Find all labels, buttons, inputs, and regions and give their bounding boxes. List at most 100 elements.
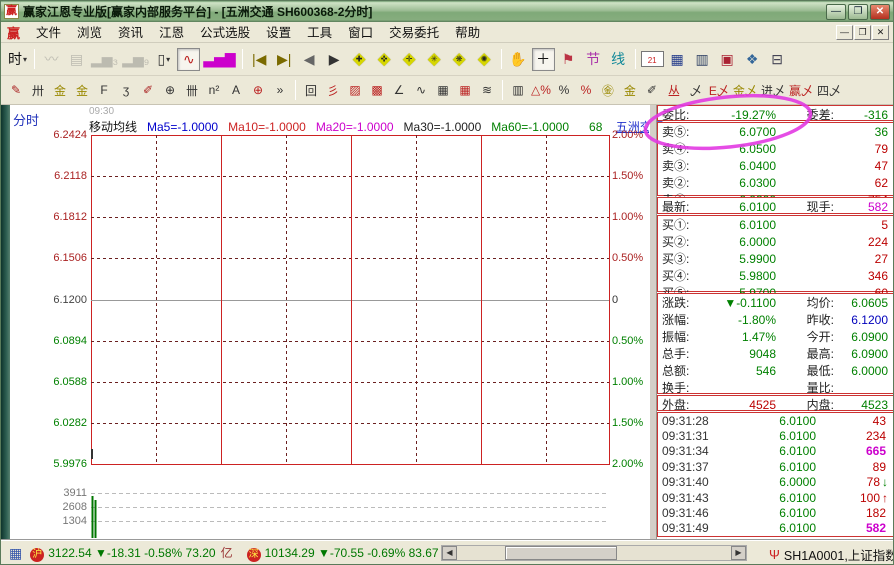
buy-row[interactable]: 买④: 5.9800 346 — [658, 267, 893, 284]
f-grid-button[interactable]: F — [94, 80, 114, 100]
sell-row[interactable]: 卖③: 6.0400 47 — [658, 157, 893, 174]
gold-grid-2-button[interactable]: 金 — [72, 80, 92, 100]
sell-row[interactable]: 卖④: 6.0500 79 — [658, 140, 893, 157]
parallel-lines-button[interactable]: ≋ — [477, 80, 497, 100]
region-map-icon[interactable]: 〰 — [40, 48, 63, 71]
menu-item-0[interactable]: 文件 — [28, 24, 69, 42]
share-button[interactable]: ❖ — [741, 48, 764, 71]
gann-diamond-1-button[interactable]: ◆✚ — [348, 48, 371, 71]
buy-row[interactable]: 买③: 5.9900 27 — [658, 250, 893, 267]
gann-band-button[interactable]: 节 — [582, 48, 605, 71]
points-button[interactable]: 丛 — [664, 80, 684, 100]
a-tool-button[interactable]: A — [226, 80, 246, 100]
notepad-button[interactable]: ▥ — [691, 48, 714, 71]
maximize-button[interactable]: ❐ — [848, 4, 868, 20]
pencil-note-button[interactable]: ✐ — [642, 80, 662, 100]
sell-row[interactable]: 卖⑤: 6.0700 36 — [658, 123, 893, 140]
gann-fan-button[interactable]: 彡 — [323, 80, 343, 100]
gann-diamond-3-button[interactable]: ◆✛ — [398, 48, 421, 71]
n-squared-button[interactable]: n² — [204, 80, 224, 100]
win-slash-button[interactable]: 赢乄 — [788, 80, 814, 100]
menu-item-5[interactable]: 设置 — [258, 24, 299, 42]
menu-item-9[interactable]: 帮助 — [447, 24, 488, 42]
volume-bars-button[interactable]: ▥ — [508, 80, 528, 100]
si-slash-button[interactable]: 四乄 — [816, 80, 842, 100]
angle-line-button[interactable]: ∠ — [389, 80, 409, 100]
grid-black-button[interactable]: ▦ — [433, 80, 453, 100]
mdi-close-button[interactable]: ✕ — [872, 25, 889, 40]
neipan-value: 4523 — [834, 398, 888, 412]
first-bar-button[interactable]: |◀ — [248, 48, 271, 71]
zigzag-button[interactable]: ∿ — [411, 80, 431, 100]
close-button[interactable]: ✕ — [870, 4, 890, 20]
menu-item-7[interactable]: 窗口 — [340, 24, 381, 42]
calculator-button[interactable]: ▦ — [666, 48, 689, 71]
scrollbar-track[interactable] — [457, 546, 731, 560]
menu-item-2[interactable]: 资讯 — [110, 24, 151, 42]
sell-row[interactable]: 卖②: 6.0300 62 — [658, 174, 893, 191]
gold-grid-1-button[interactable]: 金 — [50, 80, 70, 100]
gann-diamond-6-button[interactable]: ◆✺ — [473, 48, 496, 71]
hand-pan-button[interactable]: ✋ — [507, 48, 530, 71]
period-button[interactable]: 时▾ — [6, 48, 29, 71]
minimize-button[interactable]: — — [826, 4, 846, 20]
grid-red-button[interactable]: ▦ — [455, 80, 475, 100]
hatch2-tool-button[interactable]: 卌 — [182, 80, 202, 100]
red-circle-cross-button[interactable]: ⊕ — [248, 80, 268, 100]
menu-item-4[interactable]: 公式选股 — [192, 24, 258, 42]
crosshair-button[interactable]: ＋ — [532, 48, 555, 71]
panel-splitter[interactable] — [649, 105, 657, 539]
gold-slash-button[interactable]: 金乄 — [732, 80, 758, 100]
s-grid-button[interactable]: ʒ — [116, 80, 136, 100]
chart-9min-icon[interactable]: ▂▅₉ — [121, 48, 150, 71]
gold-line-button[interactable]: 金 — [620, 80, 640, 100]
pen-tool-button[interactable]: ✎ — [6, 80, 26, 100]
gann-grid-fill-button[interactable]: ▩ — [367, 80, 387, 100]
mdi-minimize-button[interactable]: — — [836, 25, 853, 40]
wave-tool-button[interactable]: ∿ — [177, 48, 200, 71]
percent-line-button[interactable]: % — [576, 80, 596, 100]
xianshou-value: 582 — [834, 200, 888, 214]
gann-fan-box-button[interactable]: ▨ — [345, 80, 365, 100]
save-button[interactable]: ▣ — [716, 48, 739, 71]
e-slash-button[interactable]: E乄 — [708, 80, 730, 100]
last-bar-button[interactable]: ▶| — [273, 48, 296, 71]
calendar-status-icon[interactable]: ▦ — [9, 545, 22, 562]
horizontal-scrollbar[interactable]: ◀ ▶ — [441, 545, 747, 561]
print-button[interactable]: ⊟ — [766, 48, 789, 71]
scroll-left-button[interactable]: ◀ — [442, 546, 457, 560]
tick-row: 09:31:28 6.0100 43 — [658, 413, 893, 428]
buy-row[interactable]: 买①: 6.0100 5 — [658, 216, 893, 233]
calendar-button[interactable]: 21 — [641, 51, 664, 67]
chart-3min-icon[interactable]: ▂▅₃ — [90, 48, 119, 71]
menu-item-8[interactable]: 交易委托 — [381, 24, 447, 42]
menu-item-6[interactable]: 工具 — [299, 24, 340, 42]
mdi-restore-button[interactable]: ❐ — [854, 25, 871, 40]
scroll-right-button[interactable]: ▶ — [731, 546, 746, 560]
weibi-section: 委比: -19.27% 委差: -316 — [657, 105, 894, 121]
prev-bar-button[interactable]: ◀ — [298, 48, 321, 71]
menu-item-3[interactable]: 江恩 — [151, 24, 192, 42]
gann-diamond-4-button[interactable]: ◆✳ — [423, 48, 446, 71]
brush-tool-button[interactable]: ✐ — [138, 80, 158, 100]
scrollbar-thumb[interactable] — [505, 546, 617, 560]
line-tool-button[interactable]: 线 — [607, 48, 630, 71]
gann-diamond-2-button[interactable]: ◆✜ — [373, 48, 396, 71]
square-select-button[interactable]: 回 — [301, 80, 321, 100]
next-bar-button[interactable]: ▶ — [323, 48, 346, 71]
menu-item-1[interactable]: 浏览 — [69, 24, 110, 42]
gold-circle-button[interactable]: ㊎ — [598, 80, 618, 100]
overflow-chevron-button[interactable]: » — [270, 80, 290, 100]
jin-slash-button[interactable]: 进乄 — [760, 80, 786, 100]
colored-volume-button[interactable]: ▃▅▇ — [202, 48, 236, 71]
percent-triangle-button[interactable]: △% — [530, 80, 552, 100]
info-doc-icon[interactable]: ▤ — [65, 48, 88, 71]
gann-diamond-5-button[interactable]: ◆❋ — [448, 48, 471, 71]
hatch-tool-button[interactable]: 卅 — [28, 80, 48, 100]
candle-style-button[interactable]: ▯▾ — [152, 48, 175, 71]
x-line-button[interactable]: 乄 — [686, 80, 706, 100]
buy-row[interactable]: 买②: 6.0000 224 — [658, 233, 893, 250]
flag-note-button[interactable]: ⚑ — [557, 48, 580, 71]
circle-grid-button[interactable]: ⊕ — [160, 80, 180, 100]
percent-button[interactable]: % — [554, 80, 574, 100]
